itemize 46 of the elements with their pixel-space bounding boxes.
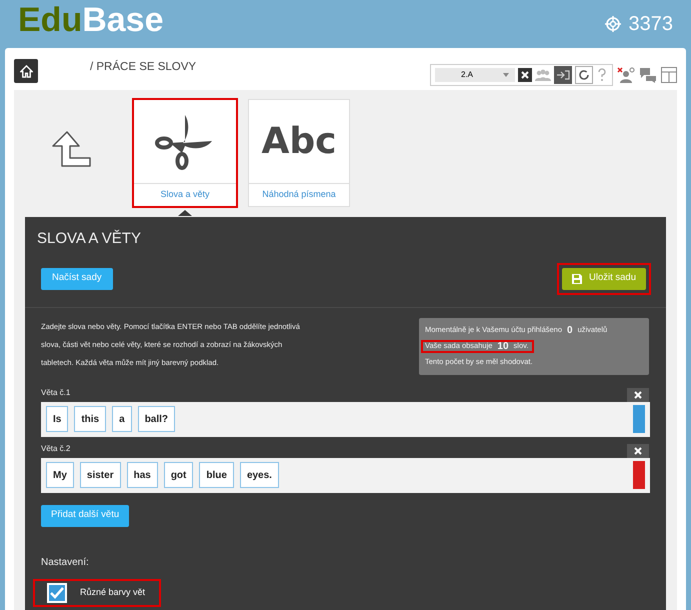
sentence-label: Věta č.2 — [41, 442, 70, 454]
mode-tile[interactable]: Abc Náhodná písmena — [248, 99, 350, 207]
close-icon — [634, 390, 642, 398]
refresh-icon[interactable] — [575, 66, 593, 84]
abc-glyph: Abc — [262, 120, 336, 164]
panel-title: SLOVA A VĚTY — [37, 228, 142, 249]
word-chip: got — [164, 462, 194, 488]
color-swatch[interactable] — [633, 461, 645, 489]
color-swatch[interactable] — [633, 405, 645, 433]
chat-icon[interactable] — [639, 67, 657, 83]
target-icon — [604, 16, 620, 32]
word-chip: sister — [80, 462, 121, 488]
remove-button[interactable] — [627, 388, 649, 402]
back-arrow-icon[interactable] — [51, 131, 91, 169]
check-icon — [50, 586, 64, 598]
tile-label: Slova a věty — [134, 183, 236, 206]
sentence-field[interactable]: Is this a ball? — [41, 402, 650, 436]
user-remove-icon[interactable] — [617, 67, 635, 83]
logo-text: Base — [82, 3, 164, 37]
sentence-field[interactable]: My sister has got blue eyes. — [41, 458, 650, 492]
caret-icon — [503, 73, 509, 77]
word-chip: Is — [46, 406, 68, 432]
checkbox[interactable] — [47, 582, 67, 602]
word-chip: this — [74, 406, 106, 432]
layout-icon[interactable] — [661, 67, 677, 83]
close-icon[interactable] — [518, 68, 532, 82]
option-label: Různé barvy vět — [80, 586, 146, 599]
remove-button[interactable] — [627, 444, 649, 458]
sentence-label: Věta č.1 — [41, 386, 70, 398]
home-button[interactable] — [14, 59, 38, 83]
word-chip: eyes. — [240, 462, 279, 488]
score: 3373 — [628, 12, 673, 37]
home-icon — [20, 64, 32, 78]
class-select[interactable]: 2.A — [435, 68, 515, 82]
tile-label: Náhodná písmena — [249, 183, 349, 206]
word-chip: blue — [199, 462, 234, 488]
word-chip: My — [46, 462, 74, 488]
close-icon — [634, 446, 642, 454]
word-chip: has — [126, 462, 158, 488]
scissors-icon — [155, 114, 215, 170]
word-chip: a — [112, 406, 132, 432]
breadcrumb: / PRÁCE SE SLOVY — [90, 59, 196, 76]
word-chip: ball? — [138, 406, 176, 432]
logo-text: Edu — [18, 3, 82, 37]
enter-icon[interactable] — [554, 66, 572, 84]
settings-label: Nastavení: — [41, 556, 90, 570]
